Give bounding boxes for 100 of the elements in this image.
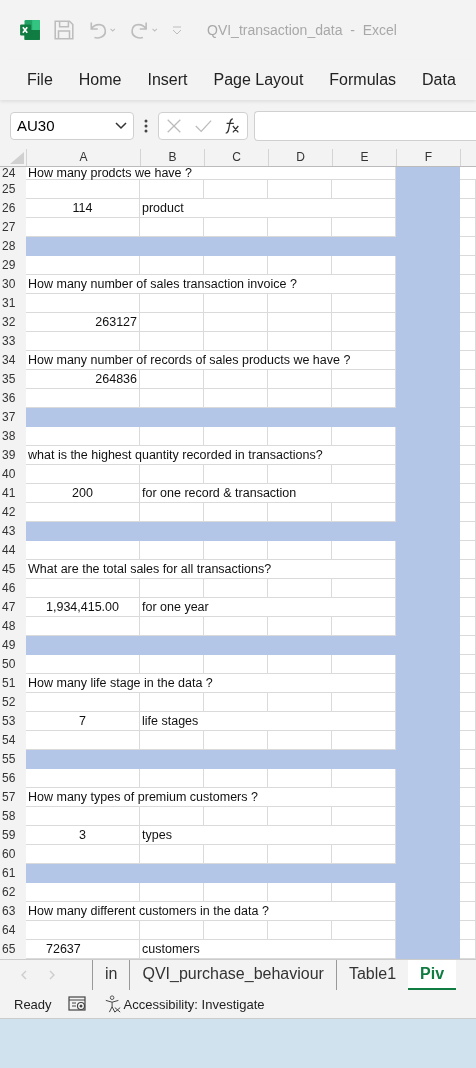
table-cell xyxy=(460,674,476,693)
column-header[interactable]: B xyxy=(140,149,204,166)
row-header[interactable]: 42 xyxy=(0,503,26,522)
ribbon-tab[interactable]: Data xyxy=(422,71,456,89)
column-header[interactable]: D xyxy=(268,149,332,166)
row-header[interactable]: 58 xyxy=(0,807,26,826)
table-cell xyxy=(460,598,476,617)
table-cell xyxy=(460,522,476,541)
row-header[interactable]: 46 xyxy=(0,579,26,598)
row-header[interactable]: 27 xyxy=(0,218,26,237)
table-cell xyxy=(268,332,332,351)
row-header[interactable]: 31 xyxy=(0,294,26,313)
table-cell xyxy=(460,332,476,351)
table-cell xyxy=(204,921,268,940)
ribbon-tab[interactable]: Insert xyxy=(147,71,188,89)
row-header[interactable]: 55 xyxy=(0,750,26,769)
row-header[interactable]: 54 xyxy=(0,731,26,750)
sheet-tab[interactable]: in xyxy=(92,960,130,990)
row-header[interactable]: 53 xyxy=(0,712,26,731)
row-header[interactable]: 60 xyxy=(0,845,26,864)
row-header[interactable]: 61 xyxy=(0,864,26,883)
table-cell: 7 xyxy=(26,712,140,731)
previous-sheet-icon[interactable] xyxy=(20,969,28,981)
table-cell xyxy=(204,180,268,199)
table-cell xyxy=(268,921,332,940)
row-header[interactable]: 63 xyxy=(0,902,26,921)
row-header[interactable]: 32 xyxy=(0,313,26,332)
row-header[interactable]: 24 xyxy=(0,167,26,180)
row-header[interactable]: 40 xyxy=(0,465,26,484)
save-icon[interactable] xyxy=(53,19,75,41)
table-cell: How many different customers in the data ? xyxy=(26,902,396,921)
table-cell xyxy=(140,807,204,826)
row-header[interactable]: 51 xyxy=(0,674,26,693)
column-header[interactable]: F xyxy=(396,149,460,166)
row-header[interactable]: 44 xyxy=(0,541,26,560)
ribbon-tab[interactable]: Home xyxy=(78,71,122,89)
row-header[interactable]: 39 xyxy=(0,446,26,465)
row-header[interactable]: 47 xyxy=(0,598,26,617)
row-header[interactable]: 29 xyxy=(0,256,26,275)
ribbon-tab[interactable]: Formulas xyxy=(329,71,397,89)
insert-function-icon[interactable] xyxy=(223,116,242,135)
highlighted-cell xyxy=(396,940,460,959)
row-header[interactable]: 49 xyxy=(0,636,26,655)
row-header[interactable]: 37 xyxy=(0,408,26,427)
formula-field[interactable] xyxy=(254,110,476,141)
table-cell xyxy=(268,693,332,712)
table-cell xyxy=(268,769,332,788)
ribbon-tab[interactable]: File xyxy=(27,71,53,89)
row-header[interactable]: 25 xyxy=(0,180,26,199)
more-options-icon[interactable] xyxy=(144,117,148,134)
row-header[interactable]: 64 xyxy=(0,921,26,940)
table-cell xyxy=(140,655,204,674)
row-header[interactable]: 33 xyxy=(0,332,26,351)
row-header[interactable]: 30 xyxy=(0,275,26,294)
row-header[interactable]: 65 xyxy=(0,940,26,959)
row-header[interactable]: 28 xyxy=(0,237,26,256)
table-cell xyxy=(204,256,268,275)
status-text: Ready xyxy=(14,996,52,1012)
table-cell xyxy=(460,731,476,750)
row-header[interactable]: 50 xyxy=(0,655,26,674)
table-cell: How many types of premium customers ? xyxy=(26,788,396,807)
row-header[interactable]: 59 xyxy=(0,826,26,845)
table-cell xyxy=(140,180,204,199)
row-header[interactable]: 45 xyxy=(0,560,26,579)
customize-toolbar-icon[interactable] xyxy=(171,24,183,36)
row-header[interactable]: 38 xyxy=(0,427,26,446)
row-header[interactable]: 52 xyxy=(0,693,26,712)
sheet-tab[interactable]: QVI_purchase_behaviour xyxy=(129,960,336,990)
sheet-tab[interactable]: Piv xyxy=(408,960,457,990)
row-header[interactable]: 34 xyxy=(0,351,26,370)
row-header[interactable]: 41 xyxy=(0,484,26,503)
row-header[interactable]: 57 xyxy=(0,788,26,807)
table-cell xyxy=(268,541,332,560)
table-cell xyxy=(460,389,476,408)
accessibility-status[interactable]: Accessibility: Investigate xyxy=(123,996,265,1012)
table-cell xyxy=(460,807,476,826)
row-header[interactable]: 43 xyxy=(0,522,26,541)
row-header[interactable]: 36 xyxy=(0,389,26,408)
row-header[interactable]: 56 xyxy=(0,769,26,788)
table-cell xyxy=(460,921,476,940)
table-cell xyxy=(140,370,204,389)
row-header[interactable]: 35 xyxy=(0,370,26,389)
table-cell xyxy=(140,921,204,940)
table-cell xyxy=(140,693,204,712)
row-header[interactable]: 26 xyxy=(0,199,26,218)
column-header[interactable]: A xyxy=(26,149,140,166)
table-cell xyxy=(268,807,332,826)
row-header[interactable]: 62 xyxy=(0,883,26,902)
column-header[interactable]: C xyxy=(204,149,268,166)
row-header[interactable]: 48 xyxy=(0,617,26,636)
macro-recorder-icon[interactable] xyxy=(67,995,88,1013)
ribbon-tab[interactable]: Page Layout xyxy=(213,71,304,89)
table-cell xyxy=(460,313,476,332)
column-header[interactable]: E xyxy=(332,149,396,166)
table-cell xyxy=(140,256,204,275)
next-sheet-icon[interactable] xyxy=(48,969,56,981)
table-cell: for one record & transaction xyxy=(140,484,396,503)
name-box[interactable]: AU30 xyxy=(10,111,134,140)
accessibility-icon[interactable] xyxy=(103,995,122,1013)
table-cell xyxy=(460,788,476,807)
